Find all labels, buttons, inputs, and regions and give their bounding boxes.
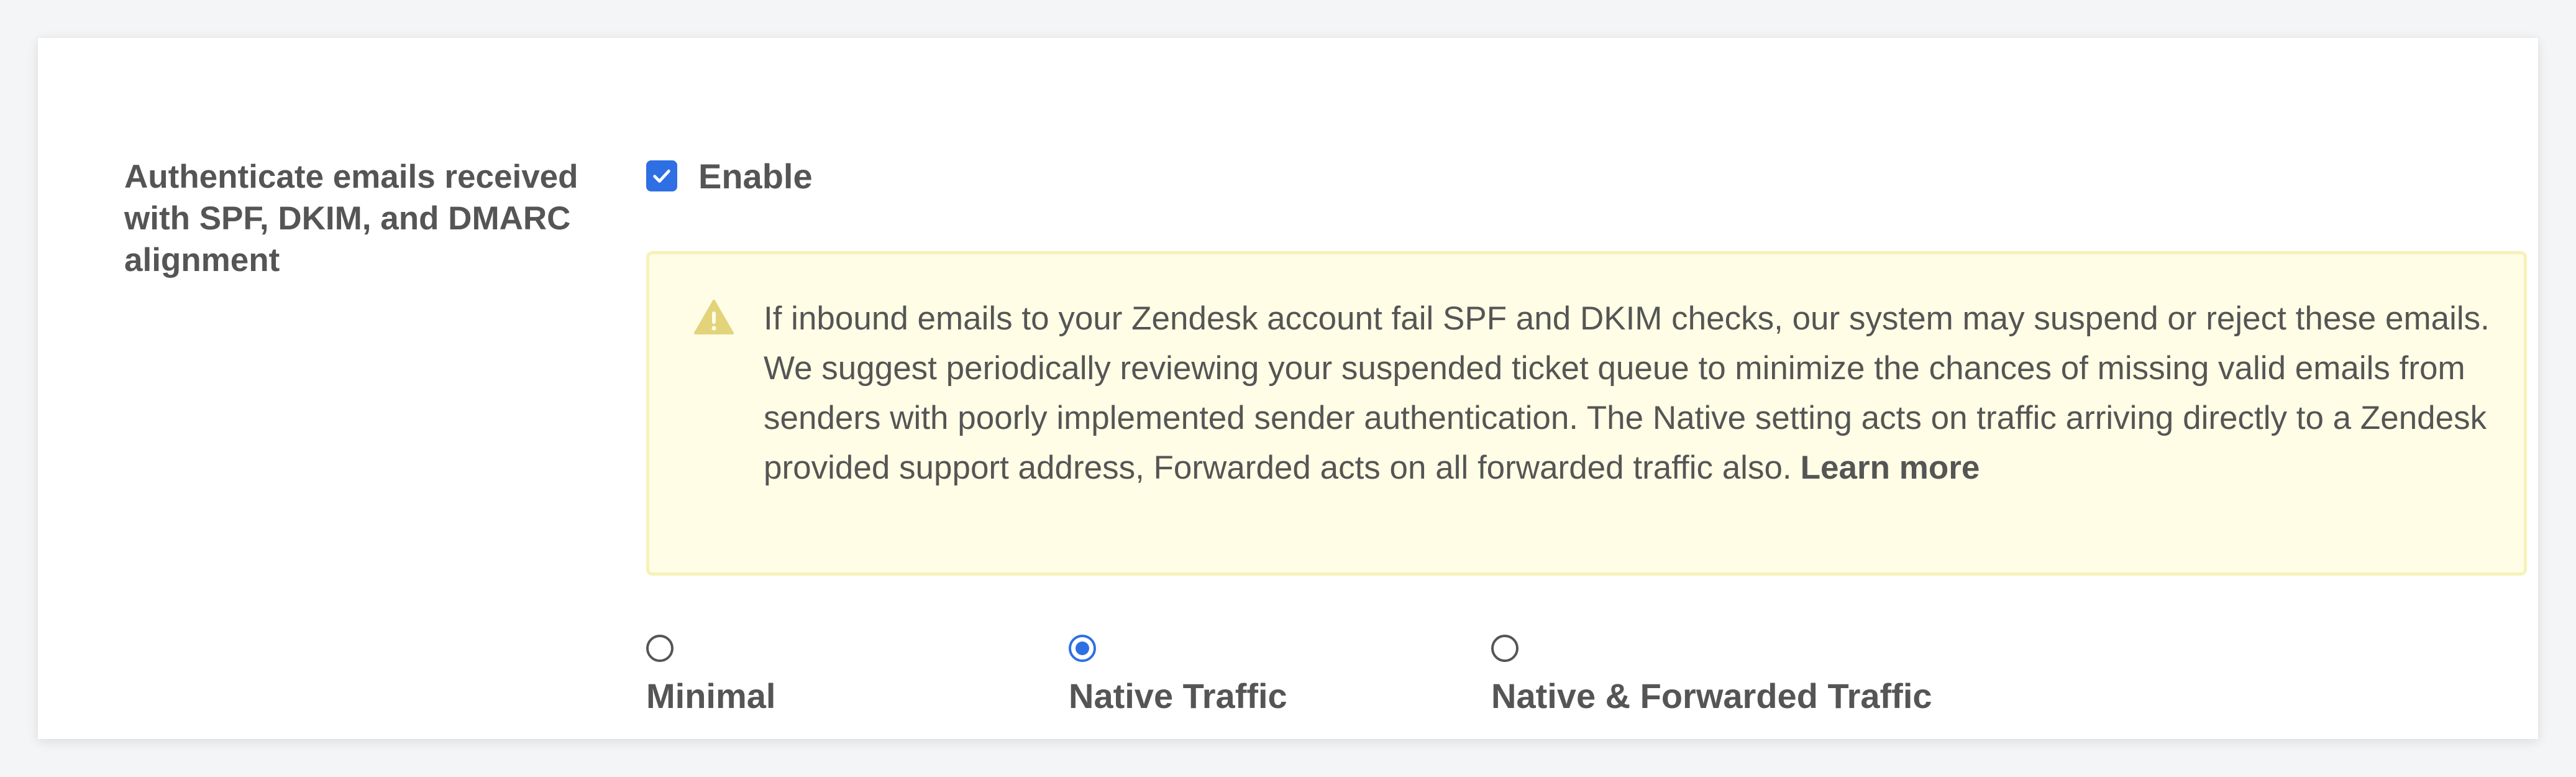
warning-icon xyxy=(694,300,734,334)
notice-text: If inbound emails to your Zendesk accoun… xyxy=(764,294,2503,493)
notice-message: If inbound emails to your Zendesk accoun… xyxy=(764,300,2490,486)
setting-label: Authenticate emails received with SPF, D… xyxy=(124,159,578,278)
radio-option-minimal[interactable]: Minimal xyxy=(646,635,775,716)
checkmark-icon xyxy=(653,169,670,183)
enable-checkbox-row[interactable]: Enable xyxy=(646,156,813,196)
authentication-notice: If inbound emails to your Zendesk accoun… xyxy=(646,251,2527,576)
radio-selected-dot xyxy=(1076,641,1089,655)
settings-card: Authenticate emails received with SPF, D… xyxy=(38,38,2538,739)
radio-button-minimal[interactable] xyxy=(646,635,674,662)
enable-label: Enable xyxy=(698,156,813,196)
radio-option-native-traffic[interactable]: Native Traffic xyxy=(1069,635,1287,716)
radio-button-native-traffic[interactable] xyxy=(1069,635,1096,662)
radio-button-native-forwarded-traffic[interactable] xyxy=(1491,635,1519,662)
radio-option-native-forwarded-traffic[interactable]: Native & Forwarded Traffic xyxy=(1491,635,1932,716)
radio-label-native-traffic: Native Traffic xyxy=(1069,676,1287,715)
enable-checkbox[interactable] xyxy=(646,160,677,191)
radio-label-native-forwarded-traffic: Native & Forwarded Traffic xyxy=(1491,676,1932,715)
radio-label-minimal: Minimal xyxy=(646,676,776,715)
traffic-radio-group: Minimal Native Traffic Native & Forwarde… xyxy=(646,635,2137,728)
learn-more-link[interactable]: Learn more xyxy=(1801,449,1980,486)
